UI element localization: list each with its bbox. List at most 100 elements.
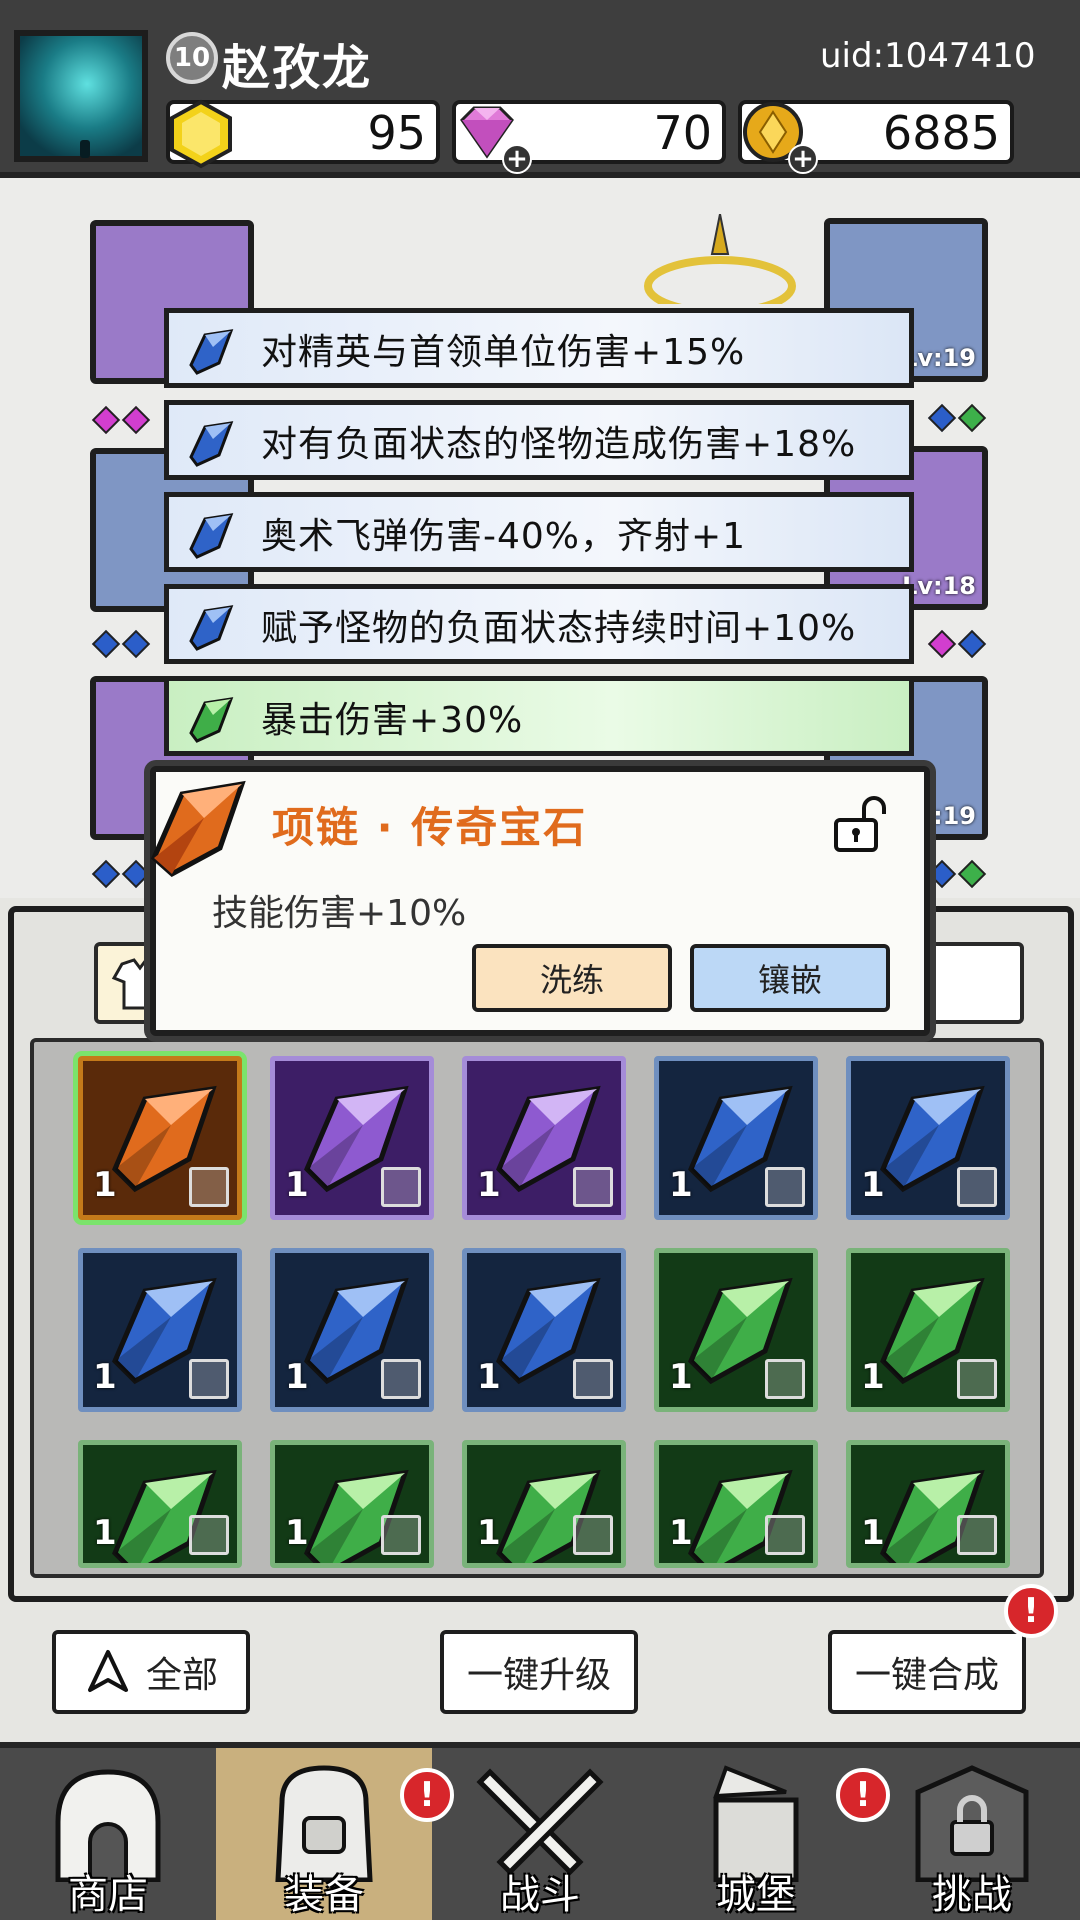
armor-slot-icon bbox=[957, 1359, 997, 1399]
socket-diamond bbox=[957, 403, 987, 433]
gem-detail-popup: 项链 · 传奇宝石 技能伤害+10% 洗练 镶嵌 bbox=[150, 766, 930, 1036]
character-crown-icon bbox=[644, 214, 796, 304]
gem-inventory-cell[interactable]: 1 bbox=[78, 1056, 242, 1220]
armor-slot-icon bbox=[765, 1167, 805, 1207]
one-click-upgrade-button[interactable]: 一键升级 bbox=[440, 1630, 638, 1714]
gem-inventory-cell[interactable]: 1 bbox=[78, 1440, 242, 1568]
socket-diamond bbox=[957, 859, 987, 889]
blue-gem-icon bbox=[189, 605, 234, 651]
gem-detail-title: 项链 · 传奇宝石 bbox=[272, 803, 588, 852]
socket-diamond bbox=[957, 629, 987, 659]
yellow-gem-icon bbox=[170, 99, 232, 169]
armor-slot-icon bbox=[765, 1359, 805, 1399]
nav-label: 装备 bbox=[284, 1872, 364, 1918]
ring-slot-icon bbox=[765, 1515, 805, 1555]
gem-count: 1 bbox=[861, 1513, 885, 1553]
gem-count: 1 bbox=[285, 1513, 309, 1553]
gem-inventory-cell[interactable]: 1 bbox=[462, 1248, 626, 1412]
nav-label: 挑战 bbox=[932, 1872, 1012, 1918]
castle-notification-badge: ! bbox=[836, 1768, 890, 1822]
gem-count: 1 bbox=[285, 1165, 309, 1205]
one-click-merge-button[interactable]: 一键合成 bbox=[828, 1630, 1026, 1714]
armor-slot-icon bbox=[957, 1167, 997, 1207]
gem-inventory-cell[interactable]: 1 bbox=[270, 1440, 434, 1568]
boots-slot-icon bbox=[573, 1515, 613, 1555]
gem-count: 1 bbox=[477, 1165, 501, 1205]
socket-diamond bbox=[91, 405, 121, 435]
gem-count: 1 bbox=[93, 1165, 117, 1205]
gem-inventory-cell[interactable]: 1 bbox=[462, 1440, 626, 1568]
gem-count: 1 bbox=[669, 1357, 693, 1397]
gem-effect-text: 暴击伤害+30% bbox=[261, 700, 524, 741]
socket-diamond bbox=[927, 403, 957, 433]
gem-inventory-cell[interactable]: 1 bbox=[654, 1248, 818, 1412]
yellow-gem-count: 95 bbox=[367, 106, 426, 160]
triangle-filter-icon bbox=[87, 1650, 128, 1692]
gem-detail-description: 技能伤害+10% bbox=[212, 893, 467, 934]
nav-battle[interactable]: 战斗 bbox=[432, 1748, 648, 1920]
bottom-nav: 商店 装备 战斗 城堡 挑战 ! ! bbox=[0, 1742, 1080, 1920]
gem-effect-row[interactable]: 暴击伤害+30% bbox=[164, 676, 914, 756]
armor-slot-icon bbox=[189, 1359, 229, 1399]
refine-button[interactable]: 洗练 bbox=[472, 944, 672, 1012]
socket-diamond bbox=[91, 859, 121, 889]
merge-notification-badge: ! bbox=[1004, 1584, 1058, 1638]
nav-castle[interactable]: 城堡 bbox=[648, 1748, 864, 1920]
gem-count: 1 bbox=[477, 1357, 501, 1397]
gem-inventory-cell[interactable]: 1 bbox=[78, 1248, 242, 1412]
hat-slot-icon bbox=[573, 1167, 613, 1207]
gem-inventory-cell[interactable]: 1 bbox=[654, 1440, 818, 1568]
gem-inventory-cell[interactable]: 1 bbox=[270, 1056, 434, 1220]
gem-inventory-cell[interactable]: 1 bbox=[846, 1248, 1010, 1412]
boots-slot-icon bbox=[573, 1359, 613, 1399]
gem-effect-text: 赋予怪物的负面状态持续时间+10% bbox=[261, 608, 857, 649]
gem-count: 1 bbox=[669, 1165, 693, 1205]
nav-challenge[interactable]: 挑战 bbox=[864, 1748, 1080, 1920]
currency-diamond: + 70 bbox=[452, 100, 726, 174]
socket-diamond bbox=[91, 629, 121, 659]
avatar[interactable] bbox=[14, 30, 148, 162]
currency-yellow-gem: 95 bbox=[166, 99, 440, 169]
player-name: 赵孜龙 bbox=[222, 40, 373, 96]
gem-count: 1 bbox=[669, 1513, 693, 1553]
socket-diamond bbox=[927, 859, 957, 889]
level-badge: 10 bbox=[166, 32, 218, 84]
socket-diamond bbox=[121, 405, 151, 435]
uid-label: uid:1047410 bbox=[820, 36, 1036, 76]
armor-slot-icon bbox=[189, 1515, 229, 1555]
gem-effect-row[interactable]: 对精英与首领单位伤害+15% bbox=[164, 308, 914, 388]
gem-count: 1 bbox=[93, 1357, 117, 1397]
unlock-icon[interactable] bbox=[828, 794, 888, 854]
currency-gold: + 6885 bbox=[738, 100, 1014, 174]
socket-diamond bbox=[121, 629, 151, 659]
inlay-button[interactable]: 镶嵌 bbox=[690, 944, 890, 1012]
diamond-count: 70 bbox=[653, 106, 712, 160]
gold-count: 6885 bbox=[882, 106, 1000, 160]
add-diamond-button[interactable]: + bbox=[502, 144, 532, 174]
gem-effect-text: 对有负面状态的怪物造成伤害+18% bbox=[261, 424, 857, 465]
gem-effect-row[interactable]: 奥术飞弹伤害-40%，齐射+1 bbox=[164, 492, 914, 572]
filter-all-button[interactable]: 全部 bbox=[52, 1630, 250, 1714]
gem-inventory-cell[interactable]: 1 bbox=[270, 1248, 434, 1412]
green-gem-icon bbox=[189, 697, 234, 743]
ring-slot-icon bbox=[957, 1515, 997, 1555]
nav-label: 商店 bbox=[68, 1872, 148, 1918]
blue-gem-icon bbox=[189, 329, 234, 375]
filter-tab-sort[interactable] bbox=[920, 942, 1024, 1024]
nav-equipment[interactable]: 装备 bbox=[216, 1748, 432, 1920]
gem-effect-row[interactable]: 赋予怪物的负面状态持续时间+10% bbox=[164, 584, 914, 664]
blue-gem-icon bbox=[189, 513, 234, 559]
top-bar: 10 赵孜龙 uid:1047410 95 + 70 + 6885 bbox=[0, 0, 1080, 178]
add-gold-button[interactable]: + bbox=[788, 144, 818, 174]
gem-inventory-cell[interactable]: 1 bbox=[654, 1056, 818, 1220]
nav-label: 战斗 bbox=[500, 1872, 580, 1918]
gem-inventory-cell[interactable]: 1 bbox=[462, 1056, 626, 1220]
gem-inventory-cell[interactable]: 1 bbox=[846, 1056, 1010, 1220]
boots-slot-icon bbox=[381, 1515, 421, 1555]
gem-inventory-cell[interactable]: 1 bbox=[846, 1440, 1010, 1568]
gem-effect-row[interactable]: 对有负面状态的怪物造成伤害+18% bbox=[164, 400, 914, 480]
filter-all-label: 全部 bbox=[145, 1655, 218, 1696]
blue-gem-icon bbox=[189, 421, 234, 467]
nav-shop[interactable]: 商店 bbox=[0, 1748, 216, 1920]
gem-effect-text: 奥术飞弹伤害-40%，齐射+1 bbox=[261, 516, 747, 557]
